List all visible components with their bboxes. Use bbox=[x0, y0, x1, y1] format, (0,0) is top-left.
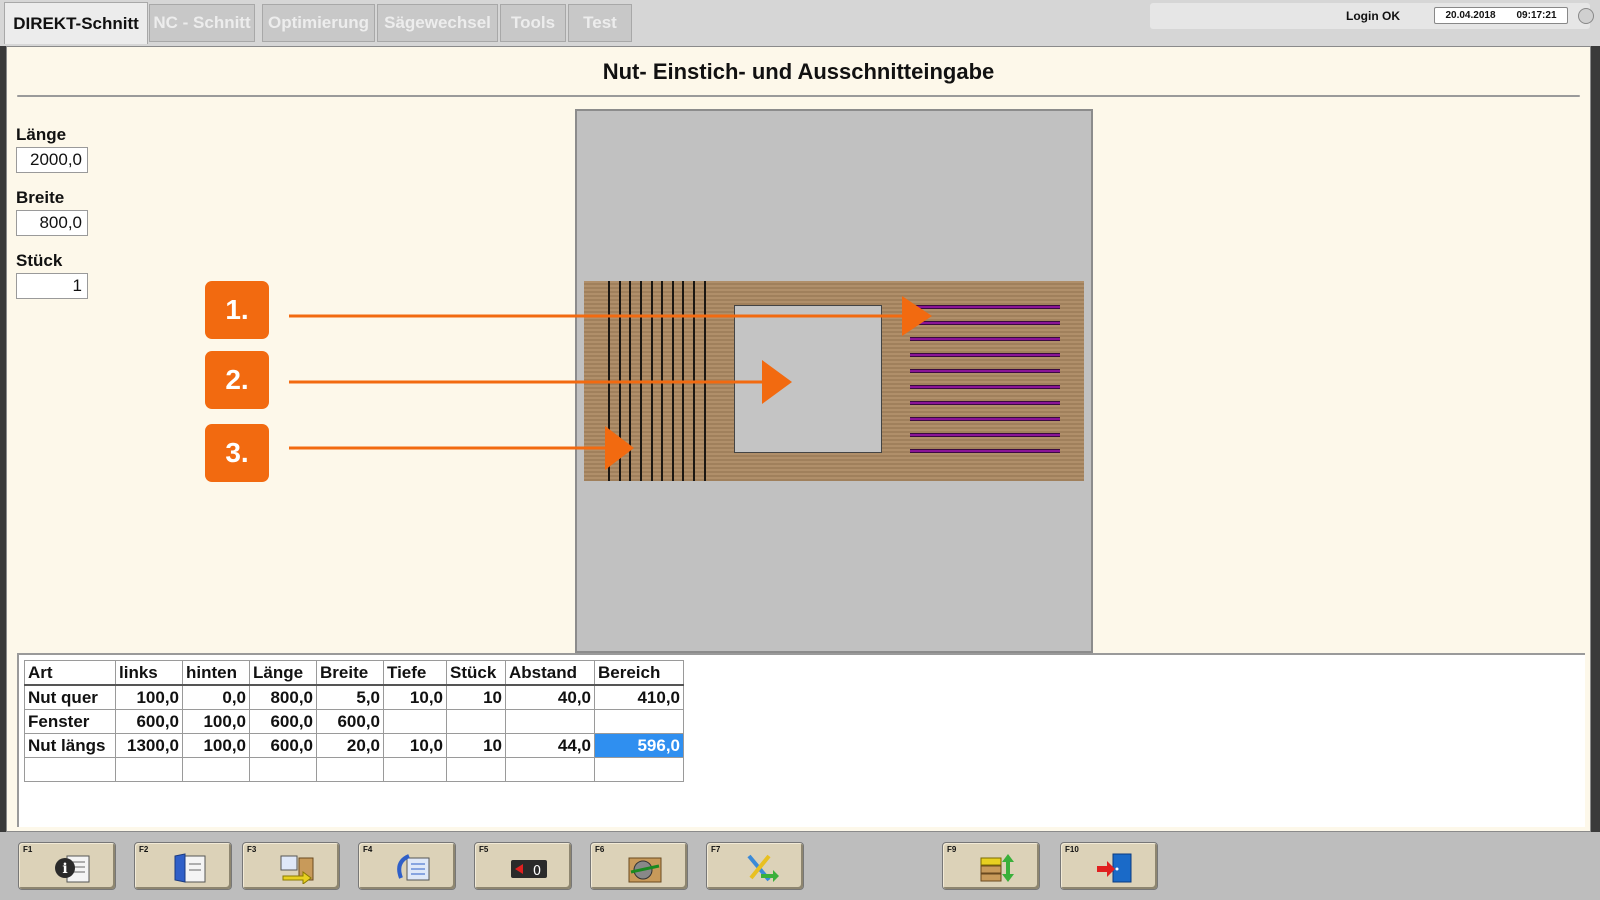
stack-updown-icon bbox=[980, 854, 1014, 882]
f3-button[interactable]: F3 bbox=[242, 842, 340, 890]
f10-button[interactable]: F10 bbox=[1060, 842, 1158, 890]
saw-board-icon bbox=[628, 857, 662, 883]
f6-button[interactable]: F6 bbox=[590, 842, 688, 890]
f5-button[interactable]: F5 0 bbox=[474, 842, 572, 890]
svg-text:i: i bbox=[62, 861, 67, 877]
counter-reset-icon: 0 bbox=[511, 860, 547, 879]
f9-button[interactable]: F9 bbox=[942, 842, 1040, 890]
f9-label: F9 bbox=[947, 845, 957, 854]
f1-label: F1 bbox=[23, 845, 33, 854]
svg-text:0: 0 bbox=[533, 864, 541, 879]
f1-button[interactable]: F1 i bbox=[18, 842, 116, 890]
f7-button[interactable]: F7 bbox=[706, 842, 804, 890]
callout-arrow-2 bbox=[289, 360, 792, 404]
exit-door-icon bbox=[1097, 853, 1132, 883]
callout-arrow-3 bbox=[289, 426, 634, 470]
f4-button[interactable]: F4 bbox=[358, 842, 456, 890]
f5-label: F5 bbox=[479, 845, 489, 854]
function-key-bar: F1 i F2 F3 F4 F5 0 F6 F7 F9 F10 bbox=[0, 832, 1600, 900]
file-open-icon bbox=[174, 853, 206, 883]
callout-arrow-1 bbox=[289, 296, 932, 336]
list-transfer-icon bbox=[280, 855, 314, 884]
callout-arrows bbox=[289, 296, 932, 470]
f6-label: F6 bbox=[595, 845, 605, 854]
f10-label: F10 bbox=[1065, 845, 1079, 854]
f7-label: F7 bbox=[711, 845, 721, 854]
info-icon: i bbox=[55, 855, 90, 883]
f3-label: F3 bbox=[247, 845, 257, 854]
f4-label: F4 bbox=[363, 845, 373, 854]
tools-icon bbox=[747, 854, 779, 882]
f2-button[interactable]: F2 bbox=[134, 842, 232, 890]
undo-list-icon bbox=[397, 854, 430, 881]
f2-label: F2 bbox=[139, 845, 149, 854]
